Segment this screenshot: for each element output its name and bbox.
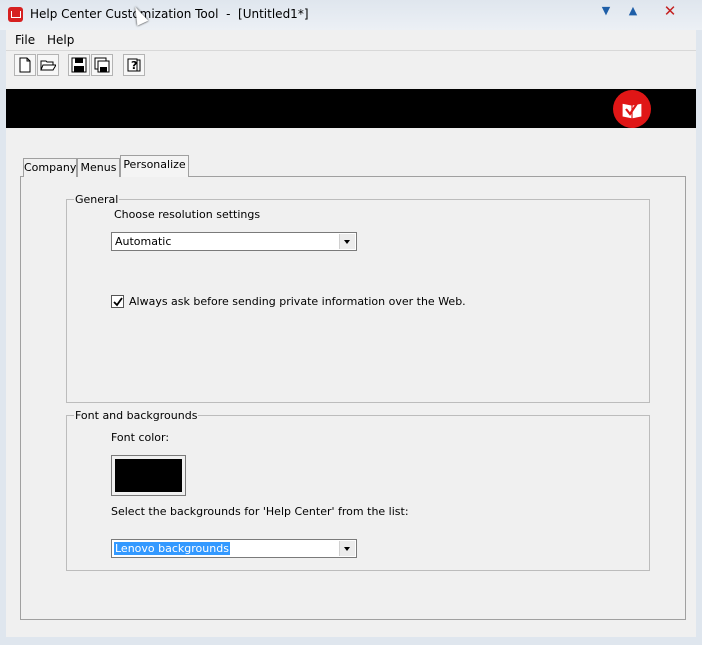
save-button[interactable] [68, 54, 90, 76]
always-ask-checkbox[interactable] [111, 295, 124, 308]
header-banner [6, 89, 696, 128]
resolution-label: Choose resolution settings [114, 208, 261, 221]
help-icon: ? [127, 58, 141, 72]
svg-text:?: ? [131, 59, 137, 72]
open-folder-icon [40, 60, 56, 71]
help-center-logo-icon [613, 90, 651, 128]
checkmark-icon [113, 297, 123, 307]
minimize-button[interactable]: ▼ [596, 3, 616, 19]
maximize-button[interactable]: ▲ [623, 3, 643, 19]
font-backgrounds-group-title: Font and backgrounds [74, 409, 199, 422]
window-title: Help Center Customization Tool - [Untitl… [30, 7, 309, 21]
tab-personalize[interactable]: Personalize [120, 155, 189, 177]
chevron-down-icon[interactable] [339, 541, 355, 556]
backgrounds-label: Select the backgrounds for 'Help Center'… [111, 505, 409, 518]
window-bottom-border [0, 637, 702, 645]
app-logo-icon [8, 7, 23, 22]
new-document-icon [19, 57, 31, 73]
window-right-border [696, 30, 702, 645]
font-color-label: Font color: [111, 431, 170, 444]
close-button[interactable]: ✕ [660, 3, 680, 19]
menu-help[interactable]: Help [47, 33, 74, 47]
menu-bar [6, 30, 696, 51]
general-group-title: General [74, 193, 120, 206]
save-all-button[interactable] [91, 54, 113, 76]
save-all-icon [94, 57, 110, 73]
menu-file[interactable]: File [15, 33, 35, 47]
help-button[interactable]: ? [123, 54, 145, 76]
always-ask-label[interactable]: Always ask before sending private inform… [129, 295, 466, 308]
tab-company[interactable]: Company [23, 158, 77, 177]
resolution-select[interactable]: Automatic [111, 232, 357, 251]
open-button[interactable] [37, 54, 59, 76]
tab-menus[interactable]: Menus [77, 158, 120, 177]
font-color-swatch [115, 459, 182, 492]
resolution-select-value: Automatic [115, 235, 172, 248]
new-button[interactable] [14, 54, 36, 76]
save-icon [71, 57, 87, 73]
backgrounds-select-value: Lenovo backgrounds [114, 542, 230, 555]
font-color-button[interactable] [111, 455, 186, 496]
chevron-down-icon[interactable] [339, 234, 355, 249]
backgrounds-select[interactable]: Lenovo backgrounds [111, 539, 357, 558]
